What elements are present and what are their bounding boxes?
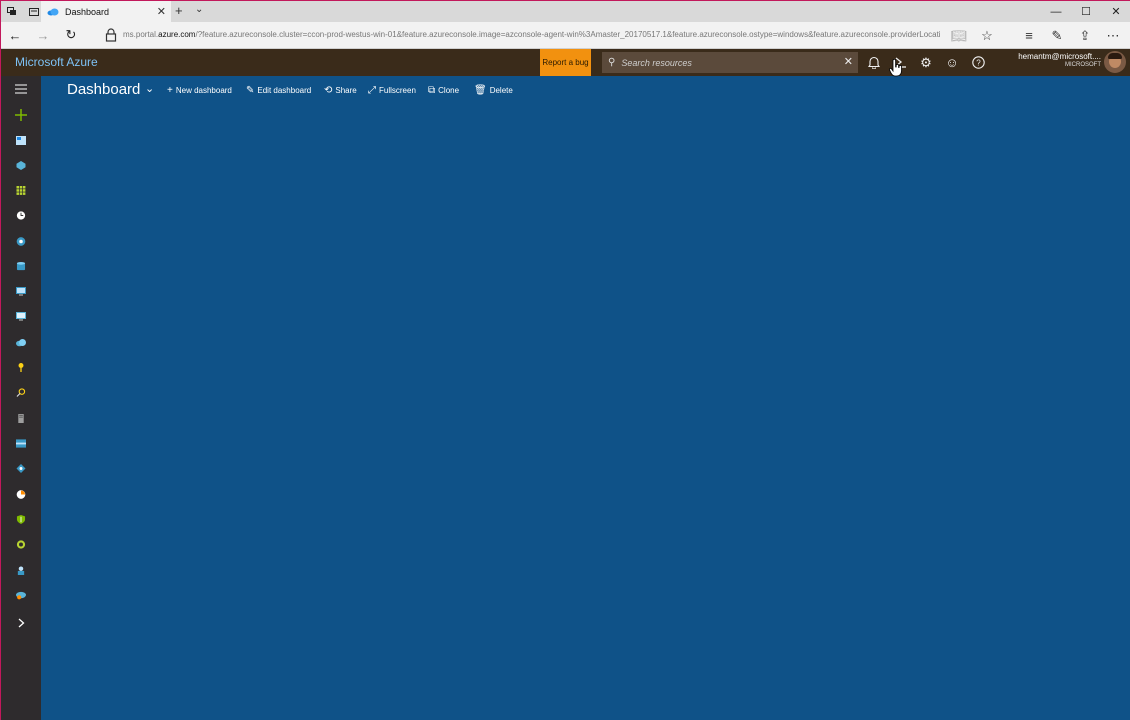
automation-icon[interactable]	[1, 584, 41, 606]
notifications-icon[interactable]	[861, 49, 887, 76]
more-services-icon[interactable]	[1, 612, 41, 634]
dashboard-chevron-down-icon[interactable]: ⌄	[145, 82, 154, 95]
hub-icon[interactable]: ≡	[1015, 28, 1043, 43]
share-page-icon[interactable]: ⇪	[1071, 28, 1099, 44]
trash-icon: 🗑︎	[474, 85, 487, 96]
help-support-icon[interactable]	[1, 559, 41, 581]
share-label: Share	[335, 86, 357, 95]
advisor-icon[interactable]	[1, 533, 41, 555]
maximize-icon[interactable]: ☐	[1071, 1, 1101, 22]
report-bug-button[interactable]: Report a bug	[540, 49, 591, 76]
key-vault-icon[interactable]	[1, 356, 41, 378]
help-icon[interactable]: ?	[965, 49, 991, 76]
new-dashboard-label: New dashboard	[175, 86, 232, 95]
tab-bar: Dashboard ✕ + ⌄ — ☐ ✕	[1, 1, 1130, 22]
all-resources-icon[interactable]	[1, 179, 41, 201]
security-center-icon[interactable]	[1, 508, 41, 530]
dashboard-canvas: Dashboard ⌄ + New dashboard ✎ Edit dashb…	[41, 76, 1130, 720]
storage-accounts-icon[interactable]	[1, 432, 41, 454]
browser-window: Dashboard ✕ + ⌄ — ☐ ✕ ← → ↻ ms.portal.az…	[0, 0, 1130, 720]
azure-cloud-icon	[47, 8, 59, 15]
new-tab-icon[interactable]: +	[175, 3, 183, 18]
url-field[interactable]: ms.portal.azure.com/?feature.azureconsol…	[123, 30, 963, 39]
close-window-icon[interactable]: ✕	[1101, 1, 1130, 22]
url-domain: azure.com	[158, 30, 196, 39]
delete-label: Delete	[489, 86, 513, 95]
tab-dashboard[interactable]: Dashboard ✕	[41, 1, 171, 22]
more-icon[interactable]: ⋯	[1099, 28, 1127, 44]
fullscreen-button[interactable]: ⤢ Fullscreen	[368, 85, 416, 96]
web-note-icon[interactable]: ✎	[1043, 28, 1071, 44]
tab-title: Dashboard	[65, 6, 110, 17]
expand-icon: ⤢	[368, 85, 376, 96]
subscriptions-icon[interactable]	[1, 381, 41, 403]
url-prefix: ms.portal.	[123, 30, 159, 39]
clone-label: Clone	[438, 86, 460, 95]
virtual-networks-icon[interactable]	[1, 457, 41, 479]
favorite-star-icon[interactable]: ☆	[973, 28, 1001, 44]
azure-top-bar: Microsoft Azure Report a bug ⚲ Search re…	[1, 49, 1130, 76]
svg-text:?: ?	[976, 59, 981, 68]
settings-gear-icon[interactable]: ⚙	[913, 49, 939, 76]
search-placeholder: Search resources	[621, 57, 692, 68]
share-icon: ⟲	[324, 85, 333, 96]
forward-icon[interactable]: →	[29, 22, 57, 49]
user-org: MICROSOFT	[1065, 62, 1101, 68]
clone-icon: ⧉	[428, 85, 436, 96]
clear-search-icon[interactable]: ✕	[844, 55, 853, 68]
refresh-icon[interactable]: ↻	[57, 22, 85, 49]
sql-databases-icon[interactable]	[1, 255, 41, 277]
hand-cursor-icon	[889, 59, 902, 77]
virtual-machines-classic-icon[interactable]	[1, 305, 41, 327]
minimize-icon[interactable]: —	[1041, 1, 1071, 22]
delete-button[interactable]: 🗑︎ Delete	[474, 85, 513, 96]
account-menu[interactable]: hemantm@microsoft.... MICROSOFT	[991, 52, 1101, 68]
edit-dashboard-button[interactable]: ✎ Edit dashboard	[246, 85, 311, 96]
storage-icon[interactable]	[1, 407, 41, 429]
edit-dashboard-label: Edit dashboard	[257, 86, 312, 95]
recent-icon[interactable]	[1, 204, 41, 226]
new-dashboard-button[interactable]: + New dashboard	[167, 85, 232, 96]
dashboard-icon[interactable]	[1, 129, 41, 151]
cloud-services-icon[interactable]	[1, 331, 41, 353]
close-tab-icon[interactable]: ✕	[157, 5, 166, 18]
lock-icon	[105, 28, 117, 42]
reading-view-icon[interactable]: 📖︎	[945, 28, 973, 44]
app-services-icon[interactable]	[1, 230, 41, 252]
page-title: Dashboard	[67, 81, 141, 98]
address-bar: ← → ↻ ms.portal.azure.com/?feature.azure…	[1, 22, 1130, 49]
url-rest: /?feature.azureconsole.cluster=ccon-prod…	[195, 30, 941, 39]
menu-icon[interactable]	[1, 78, 41, 100]
brand-logo[interactable]: Microsoft Azure	[15, 55, 98, 69]
plus-icon: +	[167, 85, 173, 96]
avatar[interactable]	[1104, 51, 1126, 73]
fullscreen-label: Fullscreen	[379, 86, 416, 95]
share-button[interactable]: ⟲ Share	[324, 85, 357, 96]
feedback-smiley-icon[interactable]: ☺	[939, 49, 965, 76]
virtual-machines-icon[interactable]	[1, 280, 41, 302]
chevron-down-icon[interactable]: ⌄	[195, 4, 203, 15]
pencil-icon: ✎	[246, 85, 255, 96]
user-name: hemantm@microsoft....	[1018, 52, 1101, 61]
resource-groups-icon[interactable]	[1, 154, 41, 176]
create-resource-icon[interactable]	[1, 104, 41, 126]
tab-actions-icon[interactable]	[1, 1, 23, 22]
cost-management-icon[interactable]	[1, 483, 41, 505]
clone-button[interactable]: ⧉ Clone	[428, 85, 459, 96]
search-icon: ⚲	[608, 57, 616, 68]
back-icon[interactable]: ←	[1, 22, 29, 49]
sidebar	[1, 76, 41, 720]
search-input[interactable]: ⚲ Search resources ✕	[602, 52, 858, 73]
